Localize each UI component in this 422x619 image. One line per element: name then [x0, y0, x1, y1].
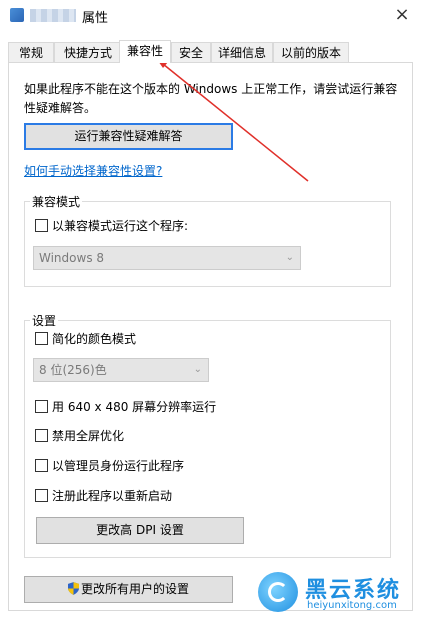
tab-compatibility[interactable]: 兼容性 [119, 40, 171, 63]
watermark-logo-icon [258, 572, 298, 612]
watermark-url: heiyunxitong.com [307, 600, 397, 611]
annotation-arrow [156, 58, 309, 182]
